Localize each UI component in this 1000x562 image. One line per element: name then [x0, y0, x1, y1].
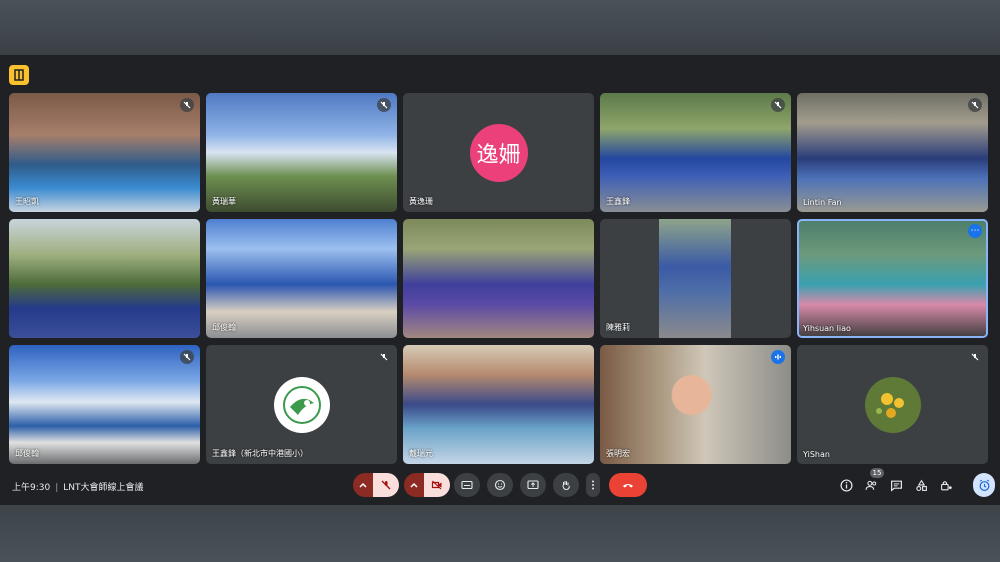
meeting-details-button[interactable]: [837, 476, 855, 494]
participant-tile[interactable]: 王鑫鋒: [600, 93, 791, 212]
mic-off-icon: [381, 480, 391, 490]
mic-toggle-button[interactable]: [373, 473, 399, 497]
mic-off-icon: [968, 98, 982, 112]
more-options-icon[interactable]: ⋯: [968, 224, 982, 238]
activities-shapes-icon: [915, 479, 927, 491]
participant-name: Lintin Fan: [803, 198, 842, 207]
active-border: [797, 219, 988, 338]
emoji-icon: [494, 479, 506, 491]
speaking-indicator-icon: [771, 350, 785, 364]
participant-name: 王鑫鋒（新北市中港國小）: [212, 449, 308, 458]
hang-up-icon: [623, 484, 633, 488]
participant-name: 黃逸珊: [409, 197, 433, 206]
participant-name: 陳雅莉: [606, 323, 630, 332]
chevron-up-icon: [359, 482, 367, 488]
activity-panel-button[interactable]: [973, 473, 995, 497]
video-feed: [9, 93, 200, 212]
participant-tile[interactable]: 王鑫鋒（新北市中港國小）: [206, 345, 397, 464]
raise-hand-button[interactable]: [553, 473, 579, 497]
camera-options-button[interactable]: [404, 473, 424, 497]
participant-name: 邱俊翰: [212, 323, 236, 332]
people-button[interactable]: [862, 476, 880, 494]
video-feed: [9, 219, 200, 338]
participant-tile[interactable]: 張明宏: [600, 345, 791, 464]
meeting-time: 上午9:30: [12, 483, 51, 493]
mic-off-icon: [771, 98, 785, 112]
meeting-title: LNT大會師線上會議: [63, 483, 144, 493]
info-icon: [839, 478, 853, 492]
camera-off-icon: [431, 480, 442, 490]
profile-picture: [864, 376, 921, 433]
meeting-info: 上午9:30 | LNT大會師線上會議: [12, 480, 144, 493]
participant-tile[interactable]: 逸姍 黃逸珊: [403, 93, 594, 212]
participant-tile[interactable]: ⋯ Yihsuan liao: [797, 219, 988, 338]
participant-name: 戴瑞元: [409, 449, 433, 458]
camera-toggle-button[interactable]: [424, 473, 450, 497]
video-feed: [206, 93, 397, 212]
participant-tile[interactable]: Lintin Fan: [797, 93, 988, 212]
mic-options-button[interactable]: [353, 473, 373, 497]
participant-tile[interactable]: 黃瑞華: [206, 93, 397, 212]
participant-name: Yihsuan liao: [803, 324, 851, 333]
people-icon: [865, 480, 876, 490]
video-feed: [9, 345, 200, 464]
participant-name: 王鑫鋒: [606, 197, 630, 206]
participant-name: YiShan: [803, 450, 830, 459]
participant-tile[interactable]: 陳雅莉: [600, 219, 791, 338]
more-vert-icon: [592, 480, 594, 490]
mic-off-icon: [377, 350, 391, 364]
avatar: 逸姍: [469, 123, 528, 182]
video-frame-top: [0, 0, 1000, 55]
more-options-button[interactable]: [586, 473, 600, 497]
video-feed: [797, 93, 988, 212]
participant-tile[interactable]: 王昭凱: [9, 93, 200, 212]
activities-button[interactable]: [912, 476, 930, 494]
raise-hand-icon: [562, 481, 570, 491]
participant-name: 張明宏: [606, 449, 630, 458]
participant-name: 邱俊翰: [15, 449, 39, 458]
video-feed: [206, 219, 397, 338]
lock-person-icon: [940, 480, 952, 490]
school-logo: [273, 376, 330, 433]
mic-off-icon: [180, 350, 194, 364]
host-controls-button[interactable]: [937, 476, 955, 494]
video-feed: [403, 219, 594, 338]
mic-off-icon: [180, 98, 194, 112]
participant-tile[interactable]: YiShan: [797, 345, 988, 464]
emoji-button[interactable]: [487, 473, 513, 497]
video-feed: [600, 345, 791, 464]
participant-tile[interactable]: 邱俊翰: [206, 219, 397, 338]
chat-button[interactable]: [887, 476, 905, 494]
captions-icon: [461, 480, 473, 490]
sidebar-toggle-icon[interactable]: [9, 65, 29, 85]
participant-tile[interactable]: 戴瑞元: [403, 345, 594, 464]
video-feed: [659, 219, 731, 338]
separator: |: [55, 483, 59, 493]
present-button[interactable]: [520, 473, 546, 497]
chat-icon: [890, 480, 902, 492]
video-feed: [403, 345, 594, 464]
mic-off-icon: [968, 350, 982, 364]
present-screen-icon: [527, 480, 539, 490]
participant-grid: 王昭凱 黃瑞華 逸姍 黃逸珊 王鑫鋒 Lintin Fan 邱俊翰 陳雅莉 ⋯ …: [9, 93, 991, 465]
participant-name: 王昭凱: [15, 197, 39, 206]
leave-call-button[interactable]: [609, 473, 647, 497]
participant-tile[interactable]: [9, 219, 200, 338]
video-feed: [600, 93, 791, 212]
participant-name: 黃瑞華: [212, 197, 236, 206]
participant-tile[interactable]: 邱俊翰: [9, 345, 200, 464]
chevron-up-icon: [410, 482, 418, 488]
participant-tile[interactable]: [403, 219, 594, 338]
video-frame-bottom: [0, 505, 1000, 562]
mic-off-icon: [377, 98, 391, 112]
captions-button[interactable]: [454, 473, 480, 497]
alarm-icon: [979, 479, 989, 491]
